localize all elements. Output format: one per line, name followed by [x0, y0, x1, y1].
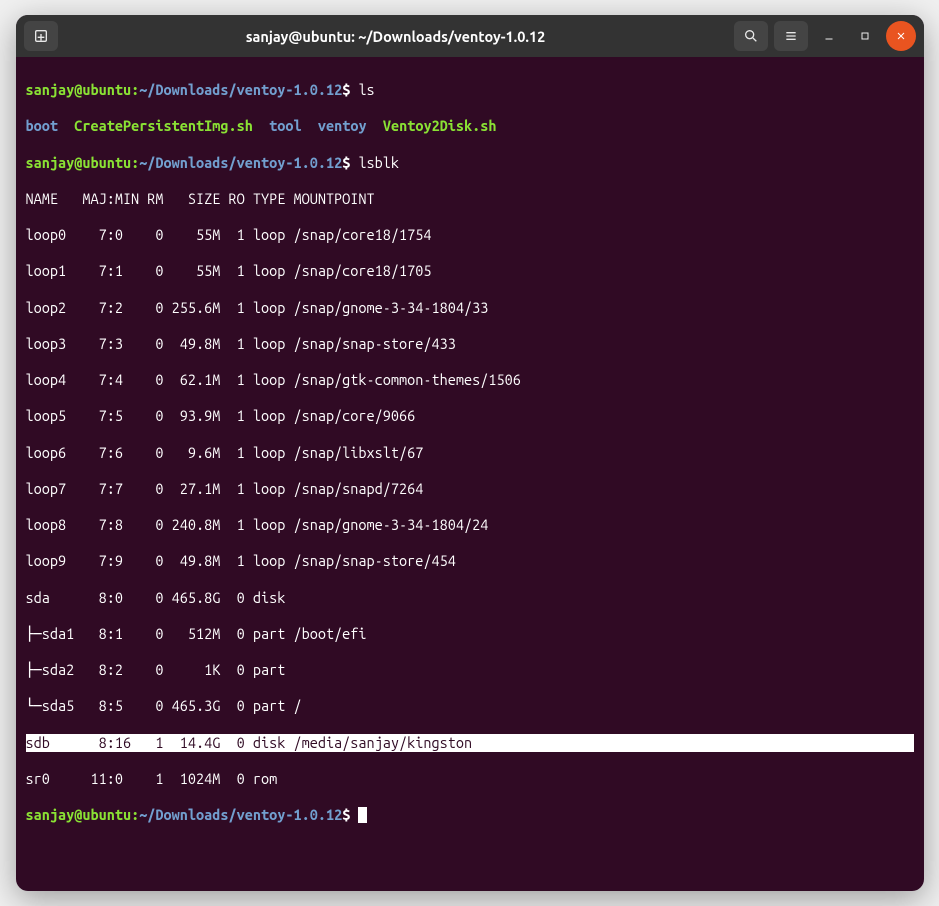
- lsblk-header: NAME MAJ:MIN RM SIZE RO TYPE MOUNTPOINT: [26, 190, 914, 208]
- lsblk-row: loop5 7:5 0 93.9M 1 loop /snap/core/9066: [26, 407, 914, 425]
- maximize-button[interactable]: [850, 21, 880, 51]
- prompt-line-1: sanjay@ubuntu:~/Downloads/ventoy-1.0.12$…: [26, 81, 914, 99]
- lsblk-row: loop8 7:8 0 240.8M 1 loop /snap/gnome-3-…: [26, 516, 914, 534]
- lsblk-row: loop1 7:1 0 55M 1 loop /snap/core18/1705: [26, 262, 914, 280]
- prompt-line-3: sanjay@ubuntu:~/Downloads/ventoy-1.0.12$: [26, 806, 914, 824]
- lsblk-row: loop2 7:2 0 255.6M 1 loop /snap/gnome-3-…: [26, 299, 914, 317]
- prompt-colon: :: [131, 81, 139, 98]
- search-button[interactable]: [734, 21, 768, 51]
- ls-item-boot: boot: [26, 117, 58, 134]
- window-title: sanjay@ubuntu: ~/Downloads/ventoy-1.0.12: [64, 28, 728, 45]
- lsblk-row: sda 8:0 0 465.8G 0 disk: [26, 589, 914, 607]
- ls-output: boot CreatePersistentImg.sh tool ventoy …: [26, 117, 914, 135]
- prompt-userhost: sanjay@ubuntu: [26, 81, 132, 98]
- minimize-button[interactable]: [814, 21, 844, 51]
- lsblk-row: └─sda5 8:5 0 465.3G 0 part /: [26, 697, 914, 715]
- ls-item-ventoy2disk: Ventoy2Disk.sh: [383, 117, 497, 134]
- command-ls: ls: [358, 81, 374, 98]
- command-lsblk: lsblk: [358, 154, 399, 171]
- titlebar: sanjay@ubuntu: ~/Downloads/ventoy-1.0.12: [16, 15, 924, 57]
- lsblk-row: ├─sda2 8:2 0 1K 0 part: [26, 661, 914, 679]
- prompt-symbol: $: [342, 81, 350, 98]
- titlebar-right: [734, 21, 916, 51]
- lsblk-row: loop0 7:0 0 55M 1 loop /snap/core18/1754: [26, 226, 914, 244]
- lsblk-row: loop7 7:7 0 27.1M 1 loop /snap/snapd/726…: [26, 480, 914, 498]
- lsblk-row: loop3 7:3 0 49.8M 1 loop /snap/snap-stor…: [26, 335, 914, 353]
- lsblk-row: loop4 7:4 0 62.1M 1 loop /snap/gtk-commo…: [26, 371, 914, 389]
- prompt-line-2: sanjay@ubuntu:~/Downloads/ventoy-1.0.12$…: [26, 154, 914, 172]
- lsblk-row-highlighted: sdb 8:16 1 14.4G 0 disk /media/sanjay/ki…: [26, 734, 914, 752]
- menu-button[interactable]: [774, 21, 808, 51]
- close-button[interactable]: [886, 21, 916, 51]
- ls-item-tool: tool: [269, 117, 301, 134]
- prompt-path: ~/Downloads/ventoy-1.0.12: [139, 81, 342, 98]
- lsblk-row: loop6 7:6 0 9.6M 1 loop /snap/libxslt/67: [26, 444, 914, 462]
- ls-item-ventoy: ventoy: [318, 117, 367, 134]
- cursor-icon: [358, 807, 367, 823]
- lsblk-row: sr0 11:0 1 1024M 0 rom: [26, 770, 914, 788]
- terminal-window: sanjay@ubuntu: ~/Downloads/ventoy-1.0.12…: [16, 15, 924, 891]
- lsblk-row: loop9 7:9 0 49.8M 1 loop /snap/snap-stor…: [26, 552, 914, 570]
- lsblk-row: ├─sda1 8:1 0 512M 0 part /boot/efi: [26, 625, 914, 643]
- terminal-body[interactable]: sanjay@ubuntu:~/Downloads/ventoy-1.0.12$…: [16, 57, 924, 891]
- ls-item-createpersistent: CreatePersistentImg.sh: [74, 117, 253, 134]
- new-tab-button[interactable]: [24, 21, 58, 51]
